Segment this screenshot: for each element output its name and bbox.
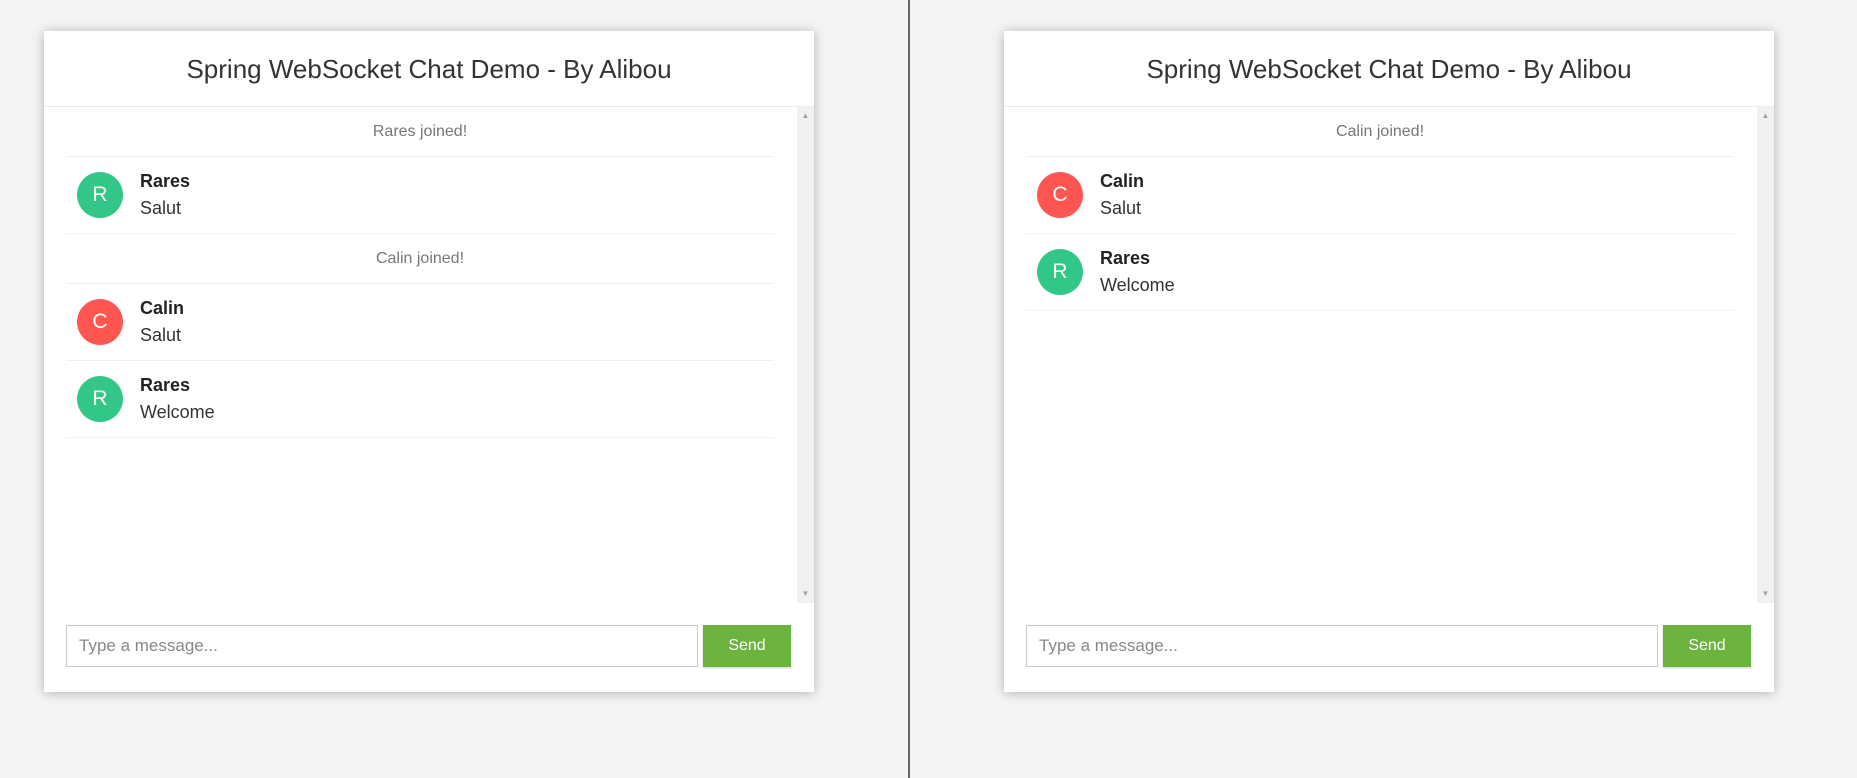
avatar: C bbox=[77, 299, 123, 345]
event-message: Calin joined! bbox=[1026, 107, 1734, 157]
chat-title: Spring WebSocket Chat Demo - By Alibou bbox=[1004, 31, 1774, 107]
message-area[interactable]: Rares joined! R Rares Salut Calin joined… bbox=[44, 107, 814, 603]
message-text: Welcome bbox=[140, 402, 215, 422]
message-form: Send bbox=[1026, 625, 1753, 667]
scroll-up-icon[interactable]: ▲ bbox=[797, 110, 814, 122]
message-text: Salut bbox=[140, 325, 182, 345]
message-list: Rares joined! R Rares Salut Calin joined… bbox=[66, 107, 774, 438]
avatar: R bbox=[77, 376, 123, 422]
avatar: R bbox=[77, 172, 123, 218]
sender-name: Calin bbox=[1100, 171, 1145, 191]
sender-name: Rares bbox=[140, 375, 191, 395]
send-button[interactable]: Send bbox=[1663, 625, 1751, 667]
message-list: Calin joined! C Calin Salut R Rares Welc… bbox=[1026, 107, 1734, 311]
chat-title: Spring WebSocket Chat Demo - By Alibou bbox=[44, 31, 814, 107]
avatar: C bbox=[1037, 172, 1083, 218]
scroll-up-icon[interactable]: ▲ bbox=[1757, 110, 1774, 122]
chat-window-right: Spring WebSocket Chat Demo - By Alibou C… bbox=[1004, 31, 1774, 692]
message-area[interactable]: Calin joined! C Calin Salut R Rares Welc… bbox=[1004, 107, 1774, 603]
message-text: Salut bbox=[1100, 198, 1142, 218]
message-input[interactable] bbox=[1026, 625, 1658, 667]
message-text: Welcome bbox=[1100, 275, 1175, 295]
sender-name: Rares bbox=[140, 171, 191, 191]
send-button[interactable]: Send bbox=[703, 625, 791, 667]
chat-window-left: Spring WebSocket Chat Demo - By Alibou R… bbox=[44, 31, 814, 692]
scroll-down-icon[interactable]: ▼ bbox=[797, 588, 814, 600]
vertical-scrollbar[interactable]: ▲ ▼ bbox=[1757, 107, 1774, 603]
event-message: Rares joined! bbox=[66, 107, 774, 157]
scroll-down-icon[interactable]: ▼ bbox=[1757, 588, 1774, 600]
message-input[interactable] bbox=[66, 625, 698, 667]
sender-name: Calin bbox=[140, 298, 185, 318]
chat-message: C Calin Salut bbox=[66, 284, 774, 361]
chat-message: R Rares Welcome bbox=[1026, 234, 1734, 311]
sender-name: Rares bbox=[1100, 248, 1151, 268]
vertical-scrollbar[interactable]: ▲ ▼ bbox=[797, 107, 814, 603]
chat-message: C Calin Salut bbox=[1026, 157, 1734, 234]
avatar: R bbox=[1037, 249, 1083, 295]
window-divider bbox=[908, 0, 910, 778]
message-form: Send bbox=[66, 625, 793, 667]
chat-message: R Rares Salut bbox=[66, 157, 774, 234]
chat-message: R Rares Welcome bbox=[66, 361, 774, 438]
message-text: Salut bbox=[140, 198, 182, 218]
event-message: Calin joined! bbox=[66, 234, 774, 284]
